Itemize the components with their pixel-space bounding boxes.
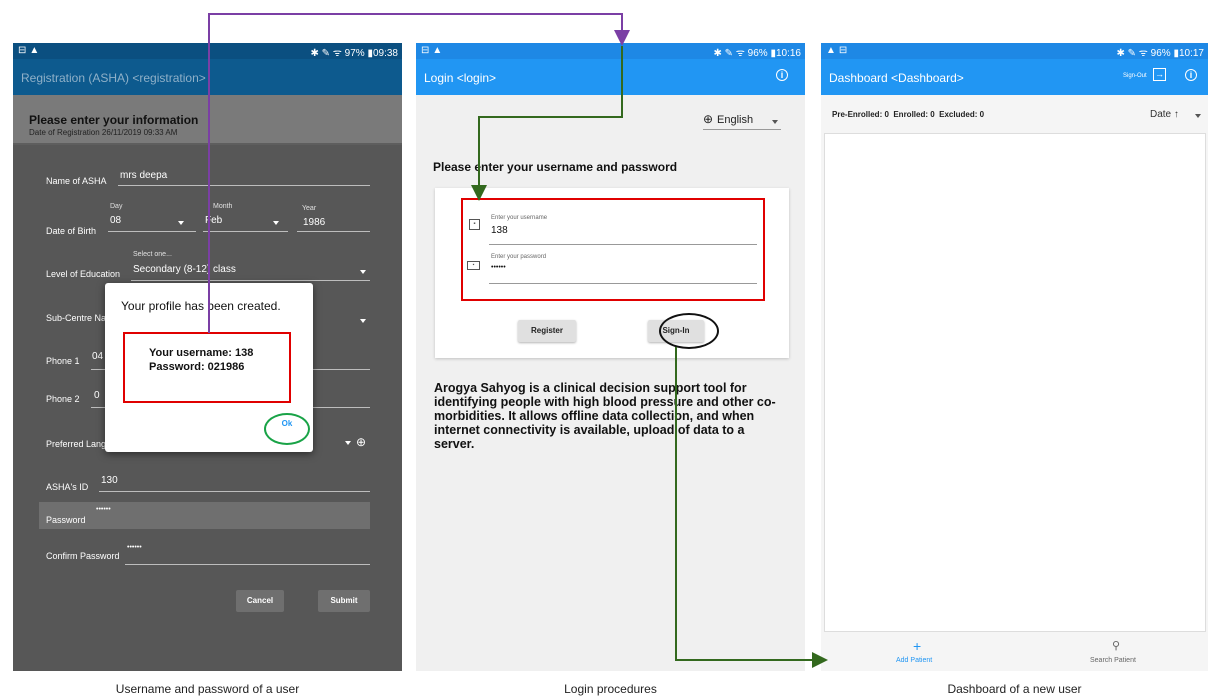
dashboard-caption: Dashboard of a new user [947, 682, 1082, 696]
info-icon[interactable]: i [1185, 69, 1197, 81]
phone1-label: Phone 1 [46, 356, 80, 366]
education-underline [131, 280, 370, 281]
patient-counts: Pre-Enrolled: 0 Enrolled: 0 Excluded: 0 [832, 110, 985, 119]
dialog-title: Your profile has been created. [121, 299, 281, 313]
subcentre-dropdown-icon [360, 319, 366, 323]
name-underline [118, 185, 370, 186]
credentials-box [461, 198, 765, 301]
month-dropdown-icon [273, 221, 279, 225]
app-bar: Registration (ASHA) <registration> [13, 59, 402, 95]
year-select[interactable]: 1986 [303, 217, 325, 228]
password-label: Password [46, 515, 86, 525]
language-underline [703, 129, 781, 130]
search-icon[interactable]: ⚲ [1112, 639, 1120, 652]
submit-button[interactable]: Submit [318, 590, 370, 612]
username-text: Your username: 138 [149, 347, 254, 359]
year-underline [297, 231, 370, 232]
asha-id-field[interactable]: 130 [101, 475, 118, 486]
status-right: ✱ ✎ ᯤ 97% ▮09:38 [310, 48, 398, 59]
month-underline [203, 231, 288, 232]
page-title: Please enter your information [29, 113, 199, 127]
status-bar: ⊟▲ ✱ ✎ ᯤ 97% ▮09:38 [13, 43, 402, 59]
login-caption: Login procedures [564, 682, 657, 696]
phone2-label: Phone 2 [46, 394, 80, 404]
status-right: ✱ ✎ ᯤ 96% ▮10:17 [1116, 48, 1204, 59]
password-row [39, 502, 370, 529]
bottom-nav [821, 633, 1208, 671]
status-bar: ▲⊟ ✱ ✎ ᯤ 96% ▮10:17 [821, 43, 1208, 59]
login-card: ▪ Enter your username 138 ▪ Enter your p… [435, 188, 789, 358]
status-right: ✱ ✎ ᯤ 96% ▮10:16 [713, 48, 801, 59]
notification-icons: ⊟▲ [18, 45, 43, 56]
ok-highlight-circle [264, 413, 310, 445]
education-dropdown-icon [360, 270, 366, 274]
phone1-field[interactable]: 04 [92, 351, 103, 362]
education-label: Level of Education [46, 269, 121, 279]
language-select[interactable]: English [717, 114, 753, 126]
subcentre-label: Sub-Centre Na [46, 313, 107, 323]
app-bar: Dashboard <Dashboard> Sign-Out → i [821, 59, 1208, 95]
asha-id-label: ASHA's ID [46, 482, 89, 492]
sort-select[interactable]: Date ↑ [1150, 109, 1179, 120]
year-hint: Year [302, 205, 317, 212]
cancel-button[interactable]: Cancel [236, 590, 284, 612]
login-screen: ⊟▲ ✱ ✎ ᯤ 96% ▮10:16 Login <login> i ⊕ En… [416, 43, 805, 671]
sort-dropdown-icon [1195, 114, 1201, 118]
app-title: Login <login> [424, 71, 497, 85]
phone2-field[interactable]: 0 [94, 390, 100, 401]
profile-created-dialog: Your profile has been created. Your user… [105, 283, 313, 452]
globe-icon: ⊕ [703, 112, 714, 126]
confirm-password-underline [125, 564, 370, 565]
register-button[interactable]: Register [518, 320, 576, 342]
sign-out-icon[interactable]: → [1153, 68, 1166, 81]
password-text: Password: 021986 [149, 361, 245, 373]
education-hint: Select one... [133, 251, 172, 258]
page-title: Please enter your username and password [433, 160, 678, 174]
day-dropdown-icon [178, 221, 184, 225]
month-hint: Month [213, 203, 233, 210]
notification-icons: ⊟▲ [421, 45, 446, 56]
day-hint: Day [110, 203, 123, 210]
asha-id-underline [99, 491, 370, 492]
name-field[interactable]: mrs deepa [120, 170, 167, 181]
dashboard-screen: ▲⊟ ✱ ✎ ᯤ 96% ▮10:17 Dashboard <Dashboard… [821, 43, 1208, 671]
preferred-language-label: Preferred Lang [46, 439, 107, 449]
add-patient-label[interactable]: Add Patient [896, 657, 932, 664]
confirm-password-label: Confirm Password [46, 551, 120, 561]
app-bar: Login <login> i [416, 59, 805, 95]
password-field[interactable]: •••••• [96, 506, 111, 513]
search-patient-label[interactable]: Search Patient [1090, 657, 1136, 664]
add-icon[interactable]: + [913, 638, 921, 654]
notification-icons: ▲⊟ [826, 45, 851, 56]
patient-list [824, 133, 1206, 632]
day-underline [108, 231, 196, 232]
registration-caption: Username and password of a user [115, 682, 300, 696]
info-icon[interactable]: i [776, 69, 788, 81]
app-description: Arogya Sahyog is a clinical decision sup… [434, 381, 776, 451]
registration-date: Date of Registration 26/11/2019 09:33 AM [29, 128, 178, 137]
dob-label: Date of Birth [46, 226, 97, 236]
name-label: Name of ASHA [46, 176, 107, 186]
app-title: Dashboard <Dashboard> [829, 71, 964, 85]
sign-in-highlight-circle [659, 313, 719, 349]
language-dropdown-icon [772, 120, 778, 124]
status-bar: ⊟▲ ✱ ✎ ᯤ 96% ▮10:16 [416, 43, 805, 59]
confirm-password-field[interactable]: •••••• [127, 544, 142, 551]
month-select[interactable]: Feb [205, 215, 222, 226]
sign-out-label[interactable]: Sign-Out [1123, 73, 1147, 79]
language-dropdown-icon [345, 441, 351, 445]
form-header: Please enter your information Date of Re… [13, 95, 402, 143]
app-title: Registration (ASHA) <registration> [21, 71, 206, 85]
globe-icon[interactable]: ⊕ [356, 435, 366, 449]
day-select[interactable]: 08 [110, 215, 121, 226]
education-select[interactable]: Secondary (8-12) class [133, 264, 236, 275]
